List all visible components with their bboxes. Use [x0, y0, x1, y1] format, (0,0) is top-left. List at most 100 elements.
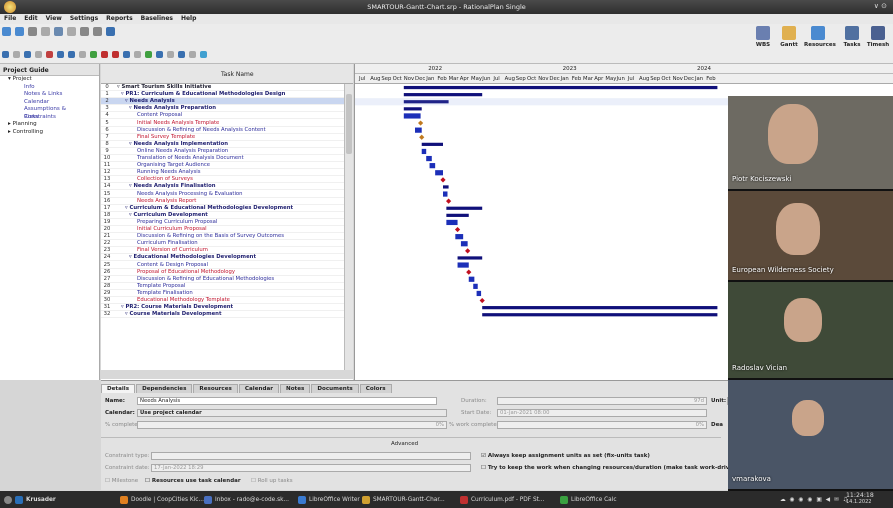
task-bar[interactable] — [468, 276, 475, 282]
taskbar-window-button[interactable]: Doodle | CoopCities Kic... — [120, 495, 204, 505]
task-row[interactable]: 3 ▿ Needs Analysis Preparation — [101, 105, 344, 113]
tab-dependencies[interactable]: Dependencies — [136, 384, 193, 393]
view-tasks-button[interactable]: Tasks — [838, 26, 866, 48]
guide-item[interactable]: ▸ Planning — [0, 121, 99, 129]
task-bar[interactable] — [421, 148, 427, 155]
view-wbs-button[interactable]: WBS — [749, 26, 777, 48]
system-tray[interactable]: ☁ ◉ ◉ ◉ ▣ ◀ ✉ ♫ — [780, 495, 849, 505]
format-button-18[interactable] — [200, 51, 207, 58]
task-row[interactable]: 10 Translation of Needs Analysis Document — [101, 155, 344, 163]
milestone-marker[interactable] — [465, 248, 471, 254]
menu-reports[interactable]: Reports — [102, 14, 137, 23]
format-button-9[interactable] — [101, 51, 108, 58]
milestone-marker[interactable] — [454, 226, 461, 233]
task-row[interactable]: 0 ▿ Smart Tourism Skills Initiative — [101, 84, 344, 92]
task-bar[interactable] — [455, 234, 464, 240]
format-button-3[interactable] — [35, 51, 42, 58]
milestone-checkbox[interactable]: ☐ Milestone — [105, 478, 138, 484]
summary-bar[interactable] — [482, 313, 718, 317]
summary-bar[interactable] — [446, 206, 483, 210]
menu-edit[interactable]: Edit — [20, 14, 41, 23]
format-button-5[interactable] — [57, 51, 64, 58]
window-controls[interactable]: ∨ ⊙ — [874, 2, 887, 10]
clock[interactable]: 11:24:18 14.1.2022 — [846, 492, 874, 505]
guide-item[interactable]: Calendar — [0, 99, 99, 107]
video-tile[interactable]: vmarakova — [728, 380, 893, 489]
format-button-4[interactable] — [46, 51, 53, 58]
video-tile[interactable]: European Wilderness Society — [728, 191, 893, 280]
format-button-10[interactable] — [112, 51, 119, 58]
milestone-marker[interactable] — [419, 134, 425, 140]
tab-colors[interactable]: Colors — [359, 384, 392, 393]
task-bar[interactable] — [435, 170, 443, 176]
task-bar[interactable] — [415, 127, 422, 133]
taskbar-window-button[interactable]: Inbox - rado@e-code.sk... — [204, 495, 289, 505]
view-timesh-button[interactable]: Timesh — [864, 26, 892, 48]
percent-complete-field[interactable]: 0% — [137, 421, 447, 429]
tab-details[interactable]: Details — [101, 384, 136, 393]
work-driven-checkbox[interactable]: ☐ Try to keep the work when changing res… — [481, 465, 740, 471]
fix-units-checkbox[interactable]: ☑ Always keep assignment units as set (f… — [481, 453, 650, 459]
task-bar[interactable] — [476, 290, 482, 297]
task-row[interactable]: 26 Proposal of Educational Methodology — [101, 269, 344, 276]
toolbar-button-8[interactable] — [106, 27, 115, 36]
view-resources-button[interactable]: Resources — [804, 26, 836, 48]
task-row[interactable]: 27 Discussion & Refining of Educational M… — [101, 276, 344, 283]
summary-bar[interactable] — [443, 185, 449, 189]
format-button-12[interactable] — [134, 51, 141, 58]
task-bar[interactable] — [429, 163, 436, 169]
task-row[interactable]: 1 ▿ PR1: Curriculum & Educational Methodo… — [101, 91, 344, 99]
milestone-marker[interactable] — [418, 120, 424, 126]
task-bar[interactable] — [460, 241, 468, 247]
task-row[interactable]: 5 Initial Needs Analysis Template — [101, 120, 344, 127]
task-row[interactable]: 11 Organising Target Audience — [101, 162, 344, 170]
video-tile[interactable]: Piotr Kociszewski — [728, 96, 893, 189]
tab-documents[interactable]: Documents — [311, 384, 359, 393]
task-row[interactable]: 15 Needs Analysis Processing & Evaluation — [101, 191, 344, 198]
name-field[interactable]: Needs Analysis — [137, 397, 437, 405]
format-button-1[interactable] — [13, 51, 20, 58]
task-row[interactable]: 20 Initial Curriculum Proposal — [101, 226, 344, 234]
task-bar[interactable] — [473, 283, 478, 289]
task-row[interactable]: 28 Template Proposal — [101, 283, 344, 290]
task-row[interactable]: 4 Content Proposal — [101, 112, 344, 120]
task-row[interactable]: 25 Content & Design Proposal — [101, 262, 344, 269]
task-row[interactable]: 12 Running Needs Analysis — [101, 169, 344, 177]
milestone-marker[interactable] — [440, 177, 446, 183]
guide-item[interactable]: Assumptions & Constraints — [0, 106, 99, 120]
task-bar[interactable] — [457, 262, 469, 268]
guide-item[interactable]: Notes & Links — [0, 91, 99, 99]
format-button-0[interactable] — [2, 51, 9, 58]
work-complete-field[interactable]: 0% — [497, 421, 707, 429]
format-button-7[interactable] — [79, 51, 86, 58]
calendar-select[interactable]: Use project calendar — [137, 409, 447, 417]
constraint-date-field[interactable]: 17-Jan-2022 18:29 — [151, 464, 471, 472]
guide-item[interactable]: Info — [0, 84, 99, 92]
summary-bar[interactable] — [446, 213, 469, 217]
task-name-column-header[interactable]: Task Name — [221, 71, 254, 78]
task-row[interactable]: 32 ▿ Course Materials Development — [101, 311, 344, 319]
summary-bar[interactable] — [403, 93, 483, 97]
format-button-16[interactable] — [178, 51, 185, 58]
guide-item[interactable]: ▸ Controlling — [0, 129, 99, 137]
summary-bar[interactable] — [482, 306, 718, 310]
format-button-13[interactable] — [145, 51, 152, 58]
format-button-8[interactable] — [90, 51, 97, 58]
task-row[interactable]: 18 ▿ Curriculum Development — [101, 212, 344, 219]
start-date-field[interactable]: 01-Jan-2021 08:00 — [497, 409, 707, 417]
task-bar[interactable] — [446, 219, 458, 226]
milestone-marker[interactable] — [466, 269, 472, 275]
menu-baselines[interactable]: Baselines — [137, 14, 177, 23]
task-row[interactable]: 8 ▿ Needs Analysis Implementation — [101, 141, 344, 148]
toolbar-button-2[interactable] — [28, 27, 37, 36]
menu-view[interactable]: View — [42, 14, 66, 23]
task-row[interactable]: 23 Final Version of Curriculum — [101, 247, 344, 255]
task-row[interactable]: 31 ▿ PR2: Course Materials Development — [101, 304, 344, 312]
scrollbar-thumb[interactable] — [346, 94, 352, 154]
summary-bar[interactable] — [403, 85, 718, 90]
gantt-chart[interactable]: 2022 2023 2024 Jul Aug Sep Oct Nov Dec Jan Feb Mar… — [354, 64, 728, 380]
video-tile[interactable]: Radoslav Vician — [728, 282, 893, 378]
summary-bar[interactable] — [403, 107, 422, 111]
constraint-type-select[interactable] — [151, 452, 471, 460]
task-row[interactable]: 9 Online Needs Analysis Preparation — [101, 148, 344, 155]
